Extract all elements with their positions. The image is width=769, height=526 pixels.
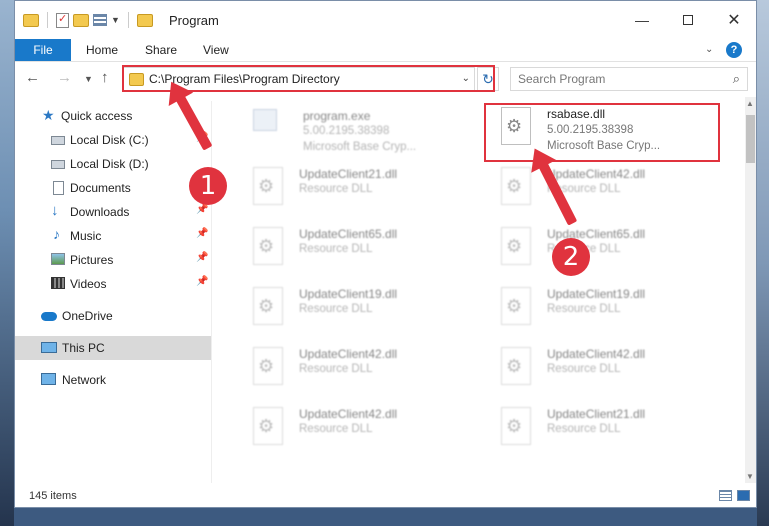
back-arrow-icon[interactable]: ← — [25, 69, 40, 86]
minimize-button[interactable]: — — [619, 1, 665, 39]
computer-icon — [41, 342, 57, 353]
file-item[interactable]: UpdateClient42.dll Resource DLL — [465, 159, 700, 211]
tiles-view-icon[interactable] — [737, 490, 750, 501]
folder-icon — [23, 13, 39, 27]
tab-home[interactable]: Home — [86, 39, 118, 61]
scrollbar-thumb[interactable] — [746, 115, 755, 163]
network-icon — [41, 373, 56, 385]
file-item[interactable]: UpdateClient42.dll Resource DLL — [215, 399, 450, 451]
window-title: Program — [169, 13, 219, 28]
forward-arrow-icon[interactable]: → — [57, 69, 72, 86]
pin-icon[interactable]: 📌 — [196, 252, 208, 263]
file-item[interactable]: UpdateClient19.dll Resource DLL — [465, 279, 700, 331]
pin-icon[interactable]: 📌 — [196, 276, 208, 287]
status-bar: 145 items — [15, 485, 756, 507]
file-item[interactable]: UpdateClient19.dll Resource DLL — [215, 279, 450, 331]
title-folder-icon — [136, 13, 153, 27]
sidebar-item-local-disk-d[interactable]: Local Disk (D:) — [15, 152, 211, 176]
view-icon[interactable] — [93, 14, 107, 26]
recent-locations-icon[interactable]: ▼ — [84, 74, 93, 84]
step-badge-1: 1 — [189, 167, 227, 205]
sidebar-item-downloads[interactable]: ↓ Downloads 📌 — [15, 200, 211, 224]
search-icon[interactable]: ⌕ — [733, 71, 740, 87]
video-icon — [51, 277, 65, 289]
picture-icon — [51, 253, 65, 265]
sidebar-item-documents[interactable]: Documents — [15, 176, 211, 200]
tab-share[interactable]: Share — [145, 39, 177, 61]
file-item[interactable]: UpdateClient21.dll Resource DLL — [465, 399, 700, 451]
dll-file-icon — [501, 167, 531, 205]
dll-file-icon — [501, 347, 531, 385]
pin-icon[interactable]: 📌 — [196, 204, 208, 215]
cloud-icon — [41, 312, 57, 321]
file-item-program-exe[interactable]: program.exe 5.00.2195.38398 Microsoft Ba… — [223, 99, 458, 153]
dll-file-icon — [253, 227, 283, 265]
expand-ribbon-icon[interactable]: ⌄ — [705, 44, 713, 55]
toolbar-divider — [127, 12, 129, 28]
maximize-button[interactable] — [665, 1, 711, 39]
file-item[interactable]: UpdateClient65.dll Resource DLL — [215, 219, 450, 271]
properties-icon[interactable] — [56, 12, 69, 28]
document-icon — [53, 181, 64, 195]
pin-icon[interactable]: 📌 — [196, 228, 208, 239]
sidebar-item-music[interactable]: ♪ Music 📌 — [15, 224, 211, 248]
sidebar-item-network[interactable]: Network — [15, 368, 211, 392]
quick-access-toolbar: ▼ — [23, 12, 153, 28]
close-button[interactable]: ✕ — [711, 1, 756, 39]
ribbon-tabs: File Home Share View ⌄ ? — [15, 39, 756, 62]
navigation-pane: ★ Quick access Local Disk (C:) 📌 Local D… — [15, 101, 212, 483]
title-bar: ▼ Program — ✕ — [15, 1, 756, 39]
desktop-background-left — [0, 0, 14, 526]
sidebar-item-onedrive[interactable]: OneDrive — [15, 304, 211, 328]
maximize-icon — [683, 15, 693, 25]
tab-view[interactable]: View — [203, 39, 229, 61]
item-count: 145 items — [29, 490, 77, 502]
file-item[interactable]: UpdateClient42.dll Resource DLL — [215, 339, 450, 391]
new-folder-icon[interactable] — [73, 13, 89, 27]
star-icon: ★ — [42, 107, 55, 123]
download-icon: ↓ — [51, 202, 59, 219]
drive-icon — [51, 136, 65, 145]
drive-icon — [51, 160, 65, 169]
desktop-background-right — [757, 0, 769, 526]
dll-file-icon — [253, 167, 283, 205]
tab-file[interactable]: File — [15, 39, 71, 61]
explorer-window: ▼ Program — ✕ File Home Share View ⌄ ? ←… — [14, 0, 757, 508]
vertical-scrollbar[interactable]: ▲ ▼ — [745, 97, 756, 483]
dll-file-icon — [501, 227, 531, 265]
step-badge-2: 2 — [552, 238, 590, 276]
sidebar-item-this-pc[interactable]: This PC — [15, 336, 211, 360]
scroll-up-icon[interactable]: ▲ — [746, 99, 754, 108]
customize-toolbar-icon[interactable]: ▼ — [111, 15, 120, 25]
music-icon: ♪ — [53, 226, 60, 242]
sidebar-item-videos[interactable]: Videos 📌 — [15, 272, 211, 296]
scroll-down-icon[interactable]: ▼ — [746, 472, 754, 481]
search-input[interactable]: Search Program ⌕ — [510, 67, 748, 91]
dll-file-icon — [253, 347, 283, 385]
dll-file-icon — [501, 287, 531, 325]
file-highlight — [484, 103, 720, 162]
details-view-icon[interactable] — [719, 490, 732, 501]
help-icon[interactable]: ? — [726, 42, 742, 58]
search-placeholder: Search Program — [518, 72, 606, 86]
dll-file-icon — [253, 287, 283, 325]
sidebar-item-pictures[interactable]: Pictures 📌 — [15, 248, 211, 272]
application-icon — [253, 109, 277, 131]
dll-file-icon — [501, 407, 531, 445]
file-item[interactable]: UpdateClient42.dll Resource DLL — [465, 339, 700, 391]
file-item[interactable]: UpdateClient21.dll Resource DLL — [215, 159, 450, 211]
dll-file-icon — [253, 407, 283, 445]
sidebar-item-local-disk-c[interactable]: Local Disk (C:) 📌 — [15, 128, 211, 152]
toolbar-divider — [47, 12, 48, 28]
up-arrow-icon[interactable]: ↑ — [101, 69, 109, 86]
